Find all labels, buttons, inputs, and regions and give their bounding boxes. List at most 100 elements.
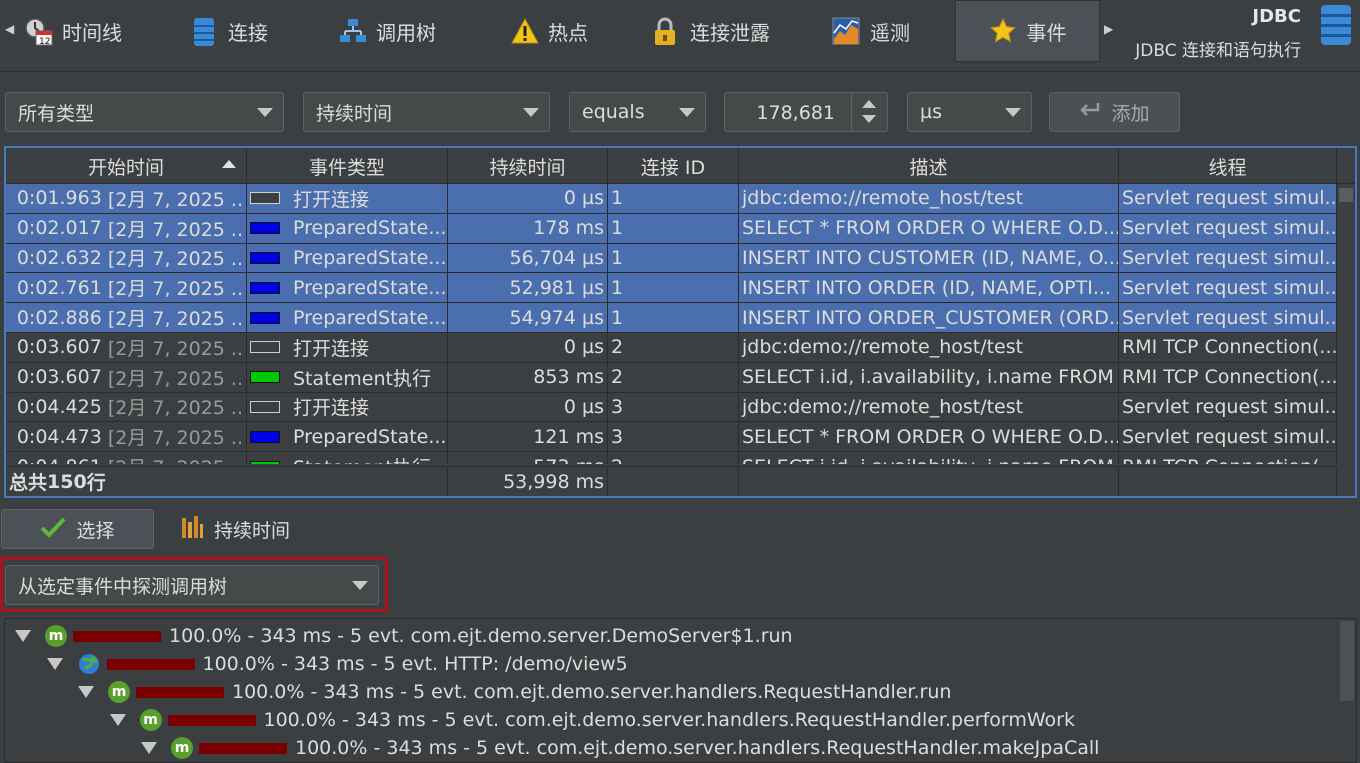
return-arrow-icon xyxy=(1079,101,1101,124)
table-row[interactable]: 0:02.017 [2月 7, 2025 .. PreparedState... 17… xyxy=(6,213,1337,244)
cell-duration: 573 ms xyxy=(448,452,608,464)
tree-node[interactable]: m 100.0% - 343 ms - 5 evt. com.ejt.demo.s… xyxy=(141,734,1099,762)
select-mode-button[interactable]: 选择 xyxy=(1,509,154,549)
tab-connection-leaks[interactable]: 连接泄露 xyxy=(642,0,780,62)
tab-telemetry[interactable]: 遥测 xyxy=(822,0,920,62)
cell-description: jdbc:demo://remote_host/test xyxy=(739,184,1119,213)
expand-toggle-icon[interactable] xyxy=(46,658,63,670)
cell-description: jdbc:demo://remote_host/test xyxy=(739,392,1119,422)
event-color-swatch xyxy=(250,251,280,264)
spinner-down-icon[interactable] xyxy=(862,115,876,123)
tab-label: 事件 xyxy=(1026,20,1067,45)
cell-event-type: PreparedState... xyxy=(247,213,448,243)
table-row[interactable]: 0:02.761 [2月 7, 2025 .. PreparedState... 52… xyxy=(6,273,1337,304)
redacted-block xyxy=(136,686,224,698)
column-header-thread[interactable]: 线程 xyxy=(1119,148,1337,184)
column-label: 持续时间 xyxy=(489,156,566,179)
column-header-duration[interactable]: 持续时间 xyxy=(448,148,608,184)
column-label: 描述 xyxy=(909,156,948,179)
start-date: [2月 7, 2025 .. xyxy=(107,248,243,271)
filter-unit-select[interactable]: µs xyxy=(907,92,1032,132)
select-mode-label: 选择 xyxy=(76,519,115,542)
cell-start-time: 0:03.607 [2月 7, 2025 .. xyxy=(6,362,247,392)
chevron-down-icon xyxy=(679,108,695,117)
svg-text:12: 12 xyxy=(39,37,50,47)
redacted-block xyxy=(106,658,195,670)
tree-node[interactable]: m 100.0% - 343 ms - 5 evt. com.ejt.demo.s… xyxy=(15,622,793,650)
total-duration: 53,998 ms xyxy=(448,467,608,496)
filter-field-select[interactable]: 持续时间 xyxy=(303,92,550,132)
tab-call-tree[interactable]: 调用树 xyxy=(328,0,446,62)
call-tree: m 100.0% - 343 ms - 5 evt. com.ejt.demo.s… xyxy=(4,618,1357,763)
cell-thread: Servlet request simul... xyxy=(1119,273,1337,303)
cell-event-type: Statement执行 xyxy=(247,452,448,464)
cell-description: jdbc:demo://remote_host/test xyxy=(739,332,1119,362)
tab-timeline[interactable]: 12 时间线 xyxy=(14,0,132,62)
cell-duration: 121 ms xyxy=(448,422,608,452)
cell-connection-id: 1 xyxy=(608,243,739,273)
tab-label: 调用树 xyxy=(376,20,436,45)
cell-event-type: PreparedState... xyxy=(247,243,448,273)
table-footer: 总共 150 行 53,998 ms xyxy=(6,466,1337,496)
filter-operator-select[interactable]: equals xyxy=(569,92,706,132)
call-tree-source-select[interactable]: 从选定事件中探测调用树 xyxy=(5,565,379,605)
cell-description: SELECT * FROM ORDER O WHERE O.D... xyxy=(739,422,1119,452)
filter-operator-value: equals xyxy=(582,101,645,123)
duration-bars-icon xyxy=(180,514,204,545)
scroll-left-arrow-icon[interactable]: ◀ xyxy=(5,22,14,36)
view-toolbar: ◀ 12 时间线 连接 调用树 热点 连接泄露 遥测 事件 ▶ JDBC JDB… xyxy=(0,0,1360,72)
cell-connection-id: 1 xyxy=(608,303,739,332)
add-filter-button[interactable]: 添加 xyxy=(1049,92,1180,132)
table-row[interactable]: 0:02.886 [2月 7, 2025 .. PreparedState... 54… xyxy=(6,303,1337,333)
cell-connection-id: 3 xyxy=(608,392,739,422)
table-row[interactable]: 0:03.607 [2月 7, 2025 .. 打开连接 0 µs 2 jdbc:demo… xyxy=(6,332,1337,363)
tree-node[interactable]: 100.0% - 343 ms - 5 evt. HTTP: /demo/vie… xyxy=(46,650,628,678)
table-row[interactable]: 0:04.473 [2月 7, 2025 .. PreparedState... 12… xyxy=(6,422,1337,453)
table-row[interactable]: 0:01.963 [2月 7, 2025 .. 打开连接 0 µs 1 jdbc:demo… xyxy=(6,184,1337,214)
sort-ascending-icon xyxy=(222,160,236,168)
spinner-up-icon[interactable] xyxy=(862,100,876,108)
tree-scrollbar[interactable] xyxy=(1340,621,1354,701)
event-type-filter-select[interactable]: 所有类型 xyxy=(5,92,284,132)
tree-node-label: 100.0% - 343 ms - 5 evt. com.ejt.demo.se… xyxy=(295,737,1100,759)
column-header-description[interactable]: 描述 xyxy=(739,148,1119,184)
table-row[interactable]: 0:02.632 [2月 7, 2025 .. PreparedState... 56… xyxy=(6,243,1337,274)
column-header-start-time[interactable]: 开始时间 xyxy=(6,148,247,184)
table-scrollbar[interactable] xyxy=(1337,184,1355,464)
filter-value-spinner[interactable]: 178,681 xyxy=(724,92,888,132)
spinner-buttons[interactable] xyxy=(851,93,887,131)
cell-thread: Servlet request simul... xyxy=(1119,392,1337,422)
start-time: 0:03.607 xyxy=(16,336,102,359)
cell-connection-id: 1 xyxy=(608,273,739,303)
connection-leak-lock-icon xyxy=(652,17,680,45)
filter-value-field[interactable]: 178,681 xyxy=(756,102,835,124)
tree-node[interactable]: m 100.0% - 343 ms - 5 evt. com.ejt.demo.s… xyxy=(109,706,1075,734)
table-row[interactable]: 0:04.425 [2月 7, 2025 .. 打开连接 0 µs 3 jdbc:demo… xyxy=(6,392,1337,423)
expand-toggle-icon[interactable] xyxy=(78,686,94,698)
timeline-calendar-icon: 12 xyxy=(24,17,53,47)
total-prefix: 总共 xyxy=(9,472,48,494)
tab-label: 连接泄露 xyxy=(690,20,770,45)
tree-node[interactable]: m 100.0% - 343 ms - 5 evt. com.ejt.demo.s… xyxy=(78,678,951,706)
tab-connections[interactable]: 连接 xyxy=(180,0,278,62)
scroll-right-arrow-icon[interactable]: ▶ xyxy=(1104,22,1113,36)
start-date: [2月 7, 2025 .. xyxy=(107,397,243,420)
cell-start-time: 0:02.632 [2月 7, 2025 .. xyxy=(6,243,247,273)
chevron-down-icon xyxy=(257,108,273,117)
duration-mode-button[interactable]: 持续时间 xyxy=(180,509,290,549)
expand-toggle-icon[interactable] xyxy=(109,714,126,726)
start-date: [2月 7, 2025 .. xyxy=(107,308,243,331)
table-row[interactable]: 0:04.861 [2月 7, 2025 .. Statement执行 573 ms2… xyxy=(6,452,1337,464)
redacted-block xyxy=(167,714,256,726)
tab-hotspots[interactable]: 热点 xyxy=(500,0,598,62)
cell-duration: 54,974 µs xyxy=(448,303,608,332)
column-header-connection-id[interactable]: 连接 ID xyxy=(608,148,739,184)
filter-field-value: 持续时间 xyxy=(316,102,393,125)
hotspot-warning-icon xyxy=(510,17,539,45)
expand-toggle-icon[interactable] xyxy=(141,742,157,754)
table-row[interactable]: 0:03.607 [2月 7, 2025 .. Statement执行 853 ms 2… xyxy=(6,362,1337,393)
tab-events[interactable]: 事件 xyxy=(955,0,1100,62)
column-header-event-type[interactable]: 事件类型 xyxy=(247,148,448,184)
expand-toggle-icon[interactable] xyxy=(15,630,31,642)
scrollbar-thumb[interactable] xyxy=(1339,188,1353,202)
